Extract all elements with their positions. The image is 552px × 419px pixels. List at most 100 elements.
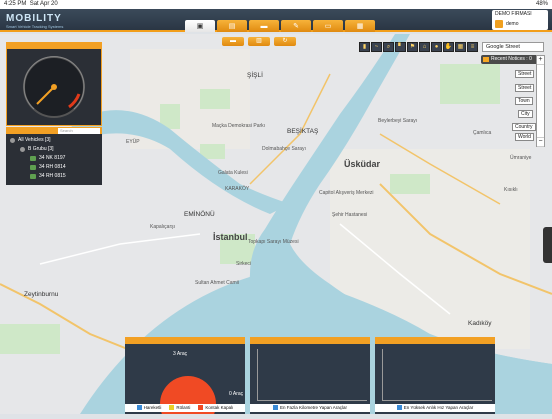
vehicle-plate: 34 RH 0814 (39, 164, 66, 170)
bulb-icon: ● (434, 44, 439, 50)
zoom-slider[interactable] (537, 65, 544, 138)
logo-text: MOBILITY (6, 13, 62, 24)
status-zero-label: 0 Araç (229, 391, 244, 397)
km-card: En Fazla Kilometre Yapan Araçlar (250, 337, 370, 414)
legend-speed: En Yüksek Anlık Hız Yapan Araçlar (396, 404, 473, 412)
tab-fleet[interactable]: ▭ (313, 20, 343, 32)
map-label-sirkeci: Sirkeci (236, 261, 252, 267)
layer-street-1[interactable]: Street (515, 70, 535, 78)
flag-icon: ⚑ (409, 44, 416, 50)
km-legend: En Fazla Kilometre Yapan Araçlar (250, 404, 370, 412)
fuel-tool-button[interactable]: ▘ (395, 42, 406, 52)
map-label-camlica: Çamlıca (473, 130, 492, 136)
status-time: 4:25 PM (4, 1, 27, 7)
map-label-topkapi: Topkapı Sarayı Müzesi (248, 239, 299, 245)
map-subtoolbar: ▬ ▥ ↻ (222, 37, 296, 46)
zoom-in-button[interactable]: + (537, 56, 544, 65)
bulb-tool-button[interactable]: ● (431, 42, 442, 52)
route-tool-button[interactable]: ~ (371, 42, 382, 52)
flag-tool-button[interactable]: ⚑ (407, 42, 418, 52)
layer-country[interactable]: Country (512, 123, 536, 131)
vehicle-filter-button[interactable]: ▬ (222, 37, 244, 46)
side-drawer-handle[interactable] (543, 227, 552, 263)
map-label-uskudar: Üsküdar (344, 159, 381, 169)
route-icon: ~ (374, 44, 379, 50)
node-icon (10, 138, 15, 143)
map-label-beylerbeyi: Beylerbeyi Sarayı (378, 118, 418, 124)
status-time-date: 4:25 PM Sat Apr 20 (4, 0, 58, 9)
tab-vehicles[interactable]: ▬ (249, 20, 279, 32)
legend-idle: Rölanti (169, 404, 190, 412)
car-icon (30, 156, 36, 161)
vehicle-row[interactable]: 34 RH 0814 (10, 163, 98, 172)
layer-street-2[interactable]: Street (515, 84, 535, 92)
refresh-button[interactable]: ↻ (274, 37, 296, 46)
vehicle-plate: 34 NK 8197 (39, 155, 66, 161)
layer-city[interactable]: City (518, 110, 533, 118)
layer-world[interactable]: World (515, 133, 534, 141)
traffic-tool-button[interactable]: ▮ (359, 42, 370, 52)
company-name: DEMO FIRMASI (495, 11, 532, 17)
node-icon (20, 147, 25, 152)
car-icon (30, 174, 36, 179)
grid-tool-button[interactable]: ▦ (455, 42, 466, 52)
map-label-zeytinburnu: Zeytinburnu (24, 291, 59, 298)
menu-tool-button[interactable]: ≡ (467, 42, 478, 52)
vehicle-search-input[interactable]: Search (58, 128, 100, 134)
vehicle-plate: 34 RH 0815 (39, 173, 66, 179)
search-tool-button[interactable]: ⌕ (383, 42, 394, 52)
speedometer-panel (6, 42, 102, 126)
tab-map[interactable]: ▣ (185, 20, 215, 32)
poi-icon: ⌂ (422, 44, 427, 50)
map-label-eyup: EYÜP (126, 139, 140, 145)
delete-button[interactable]: ▥ (248, 37, 270, 46)
map-label-sisli: ŞİŞLİ (247, 72, 263, 79)
poi-tool-button[interactable]: ⌂ (419, 42, 430, 52)
map-label-sehir: Şehir Hastanesi (332, 212, 368, 218)
grid-icon: ▦ (457, 44, 464, 50)
chart-icon: ▤ (228, 23, 236, 30)
user-name: demo (506, 21, 519, 27)
map-label-karakoy: KARAKÖY (225, 186, 250, 192)
legend-moving: Hareketli (136, 404, 161, 412)
vehicle-row[interactable]: 34 RH 0815 (10, 172, 98, 181)
vehicle-row[interactable]: 34 NK 8197 (10, 154, 98, 163)
company-box[interactable]: DEMO FIRMASI demo (492, 10, 548, 30)
legend-off: Kontak Kapalı (198, 404, 233, 412)
layer-town[interactable]: Town (515, 97, 533, 105)
zoom-control: + − (536, 55, 545, 147)
speed-card: En Yüksek Anlık Hız Yapan Araçlar (375, 337, 495, 414)
user-avatar-icon (495, 20, 503, 28)
legend-km: En Fazla Kilometre Yapan Araçlar (272, 404, 347, 412)
logo-tagline: Smart Vehicle Tracking Systems (6, 24, 64, 29)
tab-dashboard[interactable]: ▤ (217, 20, 247, 32)
map-label-macka: Maçka Demokrasi Parkı (212, 123, 266, 129)
main-nav: ▣ ▤ ▬ ✎ ▭ ▦ (185, 20, 375, 32)
recent-notices[interactable]: Recent Notices : 0 (481, 55, 538, 64)
tab-reports[interactable]: ▦ (345, 20, 375, 32)
truck-icon: ▬ (260, 22, 268, 30)
speed-legend: En Yüksek Anlık Hız Yapan Araçlar (375, 404, 495, 412)
tree-group[interactable]: B Grubu [3] (10, 145, 98, 154)
car-icon (30, 165, 36, 170)
trash-icon: ▥ (256, 38, 262, 44)
zoom-out-button[interactable]: − (537, 138, 544, 147)
user-row: demo (495, 20, 545, 28)
map-type-select[interactable]: Google Street (482, 42, 544, 52)
truck-icon: ▬ (230, 38, 236, 44)
hand-tool-button[interactable]: ✋ (443, 42, 454, 52)
search-icon: ⌕ (386, 44, 391, 50)
tab-tools[interactable]: ✎ (281, 20, 311, 32)
status-count-label: 3 Araç (173, 351, 188, 357)
vehicle-list-panel: Search All Vehicles [3] B Grubu [3] 34 N… (6, 127, 102, 185)
tree-all-vehicles[interactable]: All Vehicles [3] (10, 136, 98, 145)
map-label-capitol: Capitol Alışveriş Merkezi (319, 190, 374, 196)
app-logo: MOBILITY Smart Vehicle Tracking Systems (6, 13, 63, 29)
menu-icon: ≡ (470, 44, 475, 50)
report-icon: ▦ (356, 23, 364, 30)
status-card: 3 Araç 0 Araç Hareketli Rölanti Kontak K… (125, 337, 245, 419)
hand-icon: ✋ (444, 44, 453, 50)
bus-icon: ▮ (362, 44, 367, 50)
map-label-kisikli: Kısıklı (504, 187, 518, 193)
status-bar: 4:25 PM Sat Apr 20 48% (0, 0, 552, 9)
